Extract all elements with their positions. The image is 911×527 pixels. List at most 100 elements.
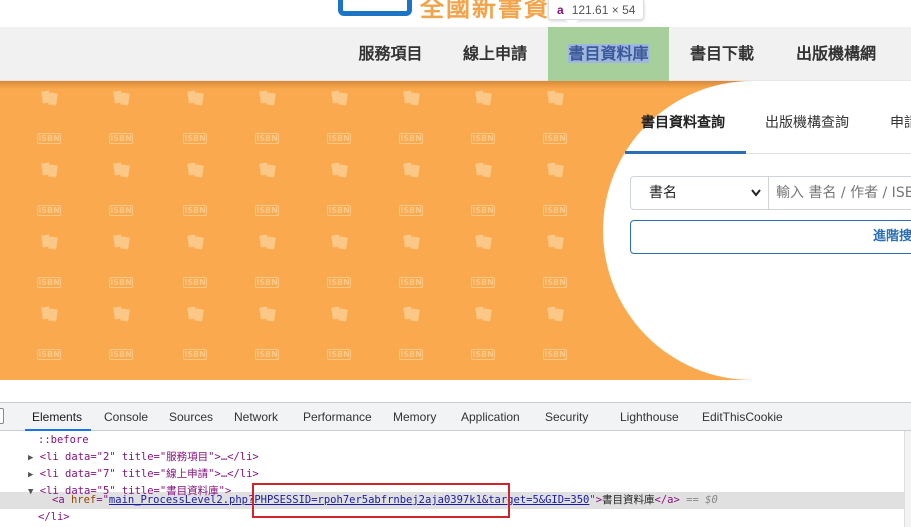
node-li-online-apply[interactable]: ▶ <li data="7" title="線上申請">…</li>	[28, 466, 259, 483]
pattern-book-icon	[186, 90, 206, 107]
node-li-services[interactable]: ▶ <li data="2" title="服務項目">…</li>	[28, 449, 259, 466]
pattern-book-icon	[40, 90, 60, 107]
pattern-isbn-icon: ISBN	[109, 349, 133, 360]
pattern-isbn-icon: ISBN	[327, 133, 351, 144]
pattern-isbn-icon: ISBN	[183, 133, 207, 144]
pattern-book-icon	[546, 306, 566, 323]
href-path[interactable]: main_ProcessLevel2.php	[109, 494, 248, 506]
devtools-tab-console[interactable]: Console	[104, 410, 148, 430]
pattern-isbn-icon: ISBN	[471, 277, 495, 288]
devtools-tab-elements[interactable]: Elements	[32, 410, 82, 430]
pattern-isbn-icon: ISBN	[37, 349, 61, 360]
devtools-tab-network[interactable]: Network	[234, 410, 278, 430]
advanced-search-button[interactable]: 進階搜尋	[630, 220, 911, 254]
collapse-triangle-icon[interactable]: ▼	[28, 487, 33, 497]
pattern-isbn-icon: ISBN	[255, 277, 279, 288]
pattern-isbn-icon: ISBN	[109, 277, 133, 288]
nav-item-services[interactable]: 服務項目	[346, 27, 435, 81]
pattern-isbn-icon: ISBN	[183, 277, 207, 288]
pattern-isbn-icon: ISBN	[255, 349, 279, 360]
screenshot-root: 全國新書資 服務項目 線上申請 書目資料庫 書目下載 出版機構網 a 121.6…	[0, 0, 911, 527]
pattern-book-icon	[112, 90, 132, 107]
nav-item-book-database[interactable]: 書目資料庫	[548, 27, 669, 81]
pattern-book-icon	[546, 162, 566, 179]
devtools-tab-sources[interactable]: Sources	[169, 410, 213, 430]
pseudo-before[interactable]: ::before	[38, 432, 89, 449]
pattern-isbn-icon: ISBN	[543, 277, 567, 288]
pattern-isbn-icon: ISBN	[327, 205, 351, 216]
tooltip-tag: a	[557, 2, 564, 17]
pattern-isbn-icon: ISBN	[543, 349, 567, 360]
pattern-book-icon	[186, 306, 206, 323]
site-logo-icon[interactable]	[338, 0, 412, 16]
devtools-resizer[interactable]	[0, 380, 911, 402]
pattern-isbn-icon: ISBN	[183, 349, 207, 360]
pattern-book-icon	[402, 306, 422, 323]
devtools-tab-performance[interactable]: Performance	[303, 410, 372, 430]
devtools-tab-editthiscookie[interactable]: EditThisCookie	[702, 410, 783, 430]
pattern-book-icon	[330, 234, 350, 251]
site-header-strip: 全國新書資	[0, 0, 911, 27]
pattern-isbn-icon: ISBN	[37, 277, 61, 288]
nav-item-label: 書目資料庫	[568, 44, 649, 63]
pattern-book-icon	[186, 162, 206, 179]
devtools-tab-lighthouse[interactable]: Lighthouse	[620, 410, 679, 430]
search-input[interactable]: 輸入 書名 / 作者 / ISBN	[768, 176, 911, 210]
search-field-select[interactable]: 書名	[630, 176, 769, 210]
pattern-isbn-icon: ISBN	[109, 205, 133, 216]
pattern-isbn-icon: ISBN	[543, 133, 567, 144]
tooltip-dimensions: 121.61 × 54	[571, 2, 636, 17]
pattern-isbn-icon: ISBN	[327, 277, 351, 288]
devtools-tab-memory[interactable]: Memory	[393, 410, 436, 430]
pattern-isbn-icon: ISBN	[471, 349, 495, 360]
active-tab-indicator	[625, 151, 746, 154]
pattern-isbn-icon: ISBN	[543, 205, 567, 216]
expand-triangle-icon[interactable]: ▶	[28, 470, 33, 480]
pattern-book-icon	[546, 90, 566, 107]
nav-item-online-apply[interactable]: 線上申請	[452, 27, 538, 81]
pattern-isbn-icon: ISBN	[399, 349, 423, 360]
tab-apply[interactable]: 申請	[890, 112, 911, 132]
nav-item-book-download[interactable]: 書目下載	[679, 27, 765, 81]
pattern-isbn-icon: ISBN	[37, 133, 61, 144]
pattern-book-icon	[112, 306, 132, 323]
pattern-isbn-icon: ISBN	[183, 205, 207, 216]
site-logo-wordmark: 全國新書資	[420, 0, 550, 22]
pattern-book-icon	[546, 234, 566, 251]
nav-item-publisher-net[interactable]: 出版機構網	[783, 27, 889, 81]
pattern-book-icon	[186, 234, 206, 251]
devtools-scrollbar[interactable]	[904, 431, 911, 527]
pattern-isbn-icon: ISBN	[471, 133, 495, 144]
tooltip-arrow	[566, 20, 578, 26]
pattern-isbn-icon: ISBN	[399, 277, 423, 288]
expand-triangle-icon[interactable]: ▶	[28, 453, 33, 463]
pattern-book-icon	[40, 162, 60, 179]
pattern-book-icon	[474, 306, 494, 323]
pattern-book-icon	[402, 234, 422, 251]
pattern-book-icon	[258, 306, 278, 323]
node-li-close[interactable]: </li>	[38, 509, 70, 526]
pattern-isbn-icon: ISBN	[399, 205, 423, 216]
inspector-tooltip: a 121.61 × 54	[548, 0, 645, 20]
pattern-book-icon	[330, 306, 350, 323]
pattern-isbn-icon: ISBN	[37, 205, 61, 216]
tab-book-search[interactable]: 書目資料查詢	[641, 112, 725, 132]
devtools-tab-security[interactable]: Security	[545, 410, 588, 430]
pattern-book-icon	[40, 234, 60, 251]
device-toolbar-icon[interactable]	[0, 408, 4, 424]
pattern-book-icon	[112, 234, 132, 251]
pattern-book-icon	[258, 234, 278, 251]
pattern-isbn-icon: ISBN	[255, 133, 279, 144]
tab-publisher-search[interactable]: 出版機構查詢	[765, 112, 849, 132]
pattern-book-icon	[474, 90, 494, 107]
pattern-isbn-icon: ISBN	[327, 349, 351, 360]
pattern-isbn-icon: ISBN	[109, 133, 133, 144]
pattern-book-icon	[112, 162, 132, 179]
pattern-book-icon	[258, 90, 278, 107]
devtools-tab-application[interactable]: Application	[461, 410, 520, 430]
pattern-book-icon	[258, 162, 278, 179]
pattern-isbn-icon: ISBN	[471, 205, 495, 216]
highlight-box	[252, 483, 510, 518]
pattern-isbn-icon: ISBN	[255, 205, 279, 216]
pattern-book-icon	[330, 162, 350, 179]
